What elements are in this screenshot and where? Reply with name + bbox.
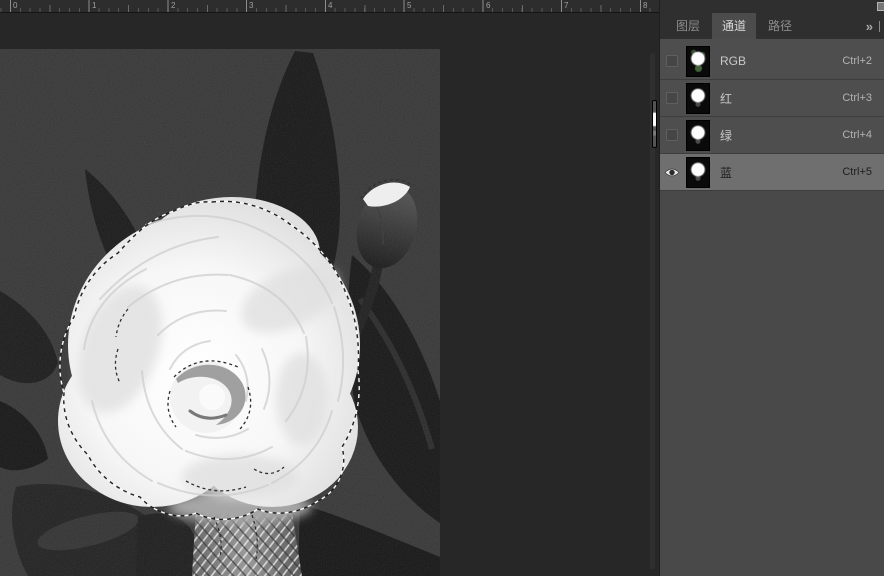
document-canvas-area [0, 13, 659, 576]
eye-empty-icon [666, 55, 678, 67]
double-chevron-icon: » [866, 19, 873, 34]
channel-thumbnail[interactable] [686, 46, 710, 77]
channels-panel: 图层 通道 路径 » RGB Ctrl+2 红 [659, 0, 884, 576]
panel-empty-area [660, 191, 884, 531]
channel-shortcut: Ctrl+4 [842, 129, 872, 141]
tab-paths[interactable]: 路径 [758, 13, 802, 39]
channel-shortcut: Ctrl+5 [842, 166, 872, 178]
photo-canvas[interactable] [0, 49, 440, 576]
ruler-label: 4 [328, 1, 332, 10]
ruler-label: 2 [171, 1, 175, 10]
channel-name: RGB [720, 54, 746, 68]
eye-icon [664, 167, 680, 178]
channel-thumbnail[interactable] [686, 83, 710, 114]
tab-layers[interactable]: 图层 [666, 13, 710, 39]
panel-menu-button[interactable]: » [866, 13, 884, 39]
channel-row-blue[interactable]: 蓝 Ctrl+5 [660, 154, 884, 191]
channel-shortcut: Ctrl+3 [842, 92, 872, 104]
panel-top-strip [660, 0, 884, 13]
visibility-toggle[interactable] [660, 92, 684, 104]
channel-name: 绿 [720, 127, 732, 144]
channel-list: RGB Ctrl+2 红 Ctrl+3 绿 Ctrl+4 [660, 39, 884, 191]
channel-thumbnail[interactable] [686, 157, 710, 188]
ruler-label: 1 [92, 1, 96, 10]
eye-empty-icon [666, 129, 678, 141]
tab-channels[interactable]: 通道 [712, 13, 756, 39]
photoshop-workspace: 0 1 2 3 4 5 6 7 8 [0, 0, 884, 576]
vertical-scrollbar[interactable] [650, 53, 655, 569]
channel-name: 红 [720, 90, 732, 107]
channel-name: 蓝 [720, 164, 732, 181]
visibility-toggle[interactable] [660, 167, 684, 178]
channel-row-rgb[interactable]: RGB Ctrl+2 [660, 43, 884, 80]
channel-shortcut: Ctrl+2 [842, 55, 872, 67]
channel-row-green[interactable]: 绿 Ctrl+4 [660, 117, 884, 154]
ruler-label: 6 [486, 1, 490, 10]
scrollbar-thumb[interactable] [652, 100, 657, 148]
channel-thumbnail[interactable] [686, 120, 710, 151]
visibility-toggle[interactable] [660, 55, 684, 67]
panel-dock-icon[interactable] [877, 2, 884, 11]
visibility-toggle[interactable] [660, 129, 684, 141]
eye-empty-icon [666, 92, 678, 104]
ruler-label: 8 [643, 1, 647, 10]
horizontal-ruler[interactable]: 0 1 2 3 4 5 6 7 8 [0, 0, 659, 13]
channel-row-red[interactable]: 红 Ctrl+3 [660, 80, 884, 117]
panel-tab-bar: 图层 通道 路径 » [660, 13, 884, 39]
ruler-label: 5 [407, 1, 411, 10]
ruler-label: 0 [13, 1, 17, 10]
ruler-label: 3 [249, 1, 253, 10]
ruler-label: 7 [564, 1, 568, 10]
panel-divider [879, 21, 880, 32]
